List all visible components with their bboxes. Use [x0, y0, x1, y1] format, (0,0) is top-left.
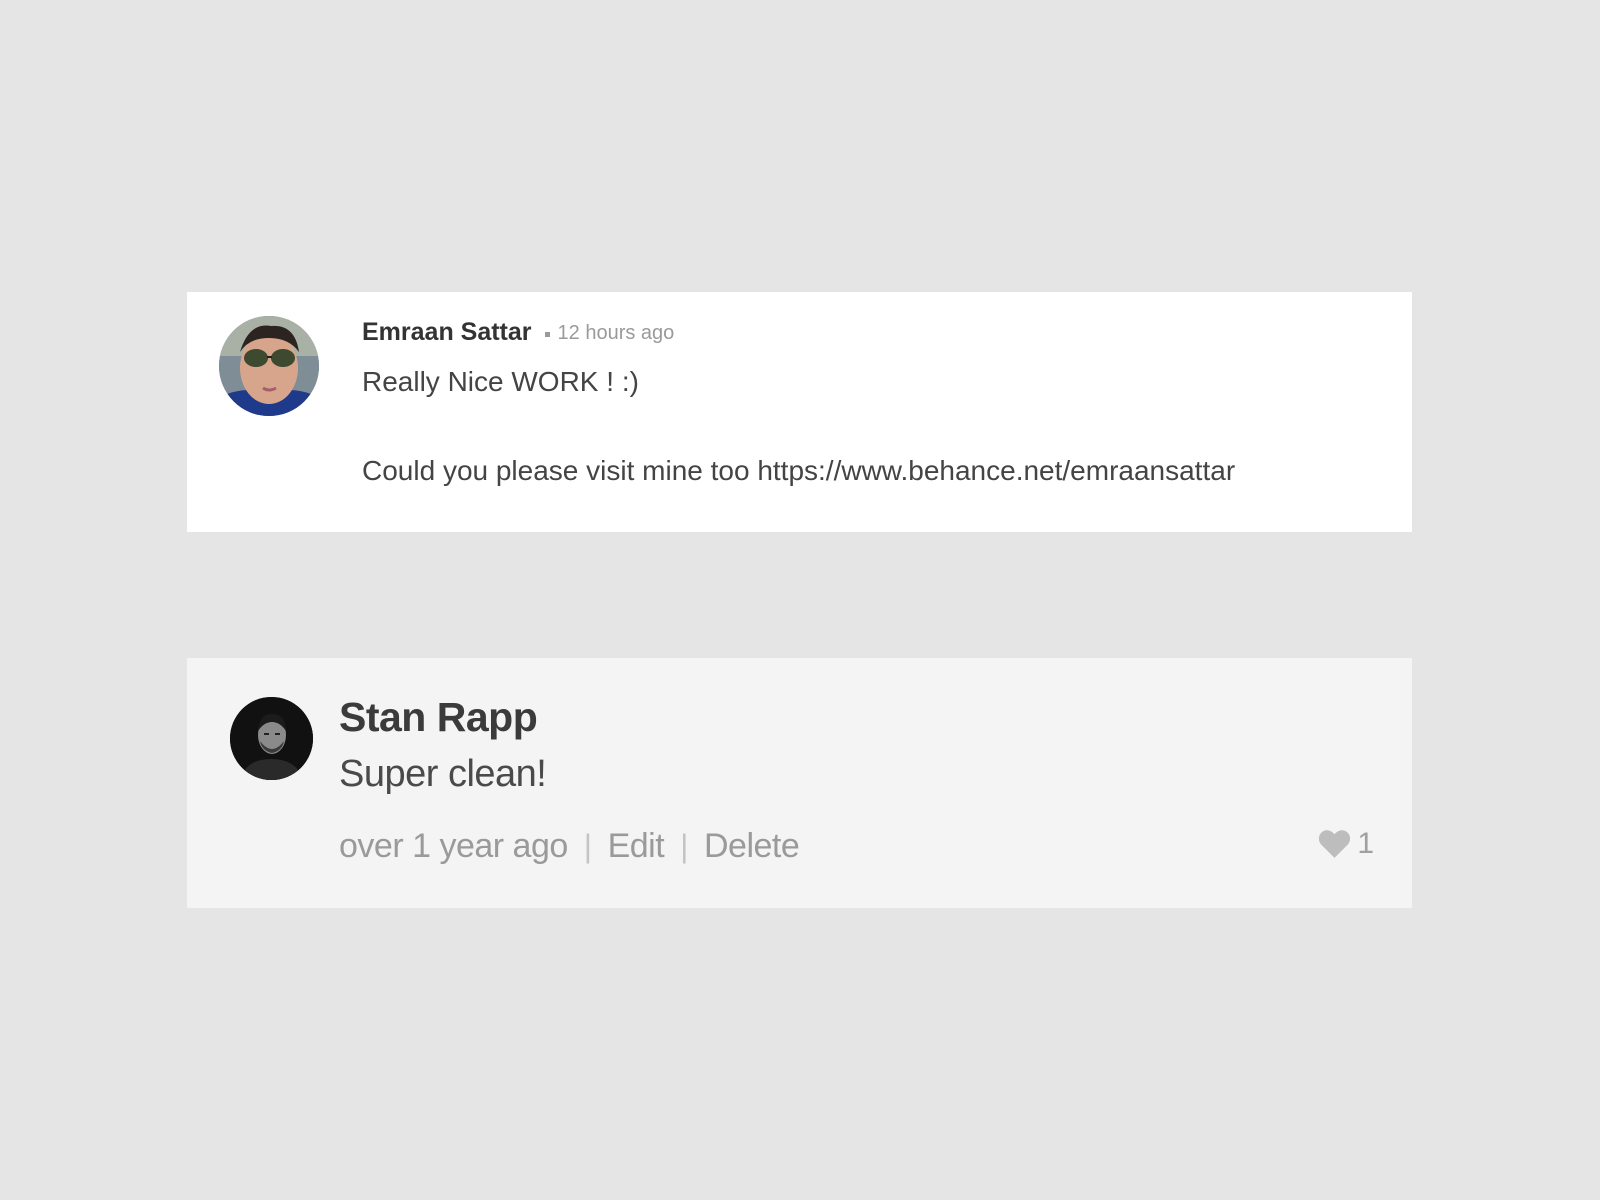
comment-author-name[interactable]: Stan Rapp [339, 694, 538, 741]
comment-card-stan: Stan Rapp Super clean! over 1 year ago |… [187, 658, 1412, 908]
comment-card-emraan: Emraan Sattar 12 hours ago Really Nice W… [187, 292, 1412, 532]
heart-icon [1319, 830, 1351, 858]
comment-author-name[interactable]: Emraan Sattar [362, 318, 532, 347]
delete-link[interactable]: Delete [704, 827, 800, 866]
comment-timestamp: 12 hours ago [557, 322, 675, 344]
like-button[interactable]: 1 [1318, 826, 1374, 862]
like-count: 1 [1357, 827, 1374, 860]
comment-text-line-1: Really Nice WORK ! :) [362, 366, 639, 397]
comment-text-line-2: Could you please visit mine too https://… [362, 455, 1236, 486]
comment-timestamp: over 1 year ago [339, 826, 568, 865]
user-avatar-stan[interactable] [230, 697, 313, 780]
comment-text: Super clean! [339, 753, 547, 795]
user-avatar-image [230, 697, 313, 780]
comment-meta-row: over 1 year ago | Edit | Delete [339, 824, 800, 868]
meta-separator: | [680, 827, 688, 864]
user-avatar-emraan[interactable] [219, 316, 319, 416]
edit-link[interactable]: Edit [608, 827, 665, 866]
user-avatar-image [219, 316, 319, 416]
comment-header: Emraan Sattar 12 hours ago [362, 316, 674, 348]
bullet-separator [544, 331, 550, 337]
meta-separator: | [583, 827, 592, 864]
